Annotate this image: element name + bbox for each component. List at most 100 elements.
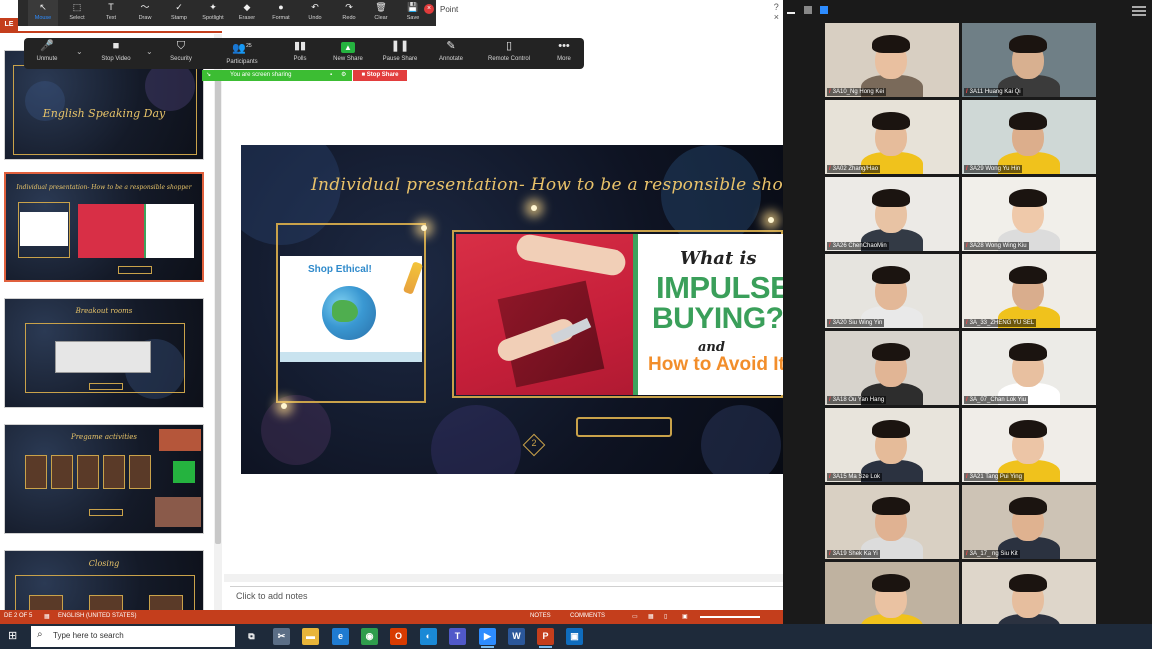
teams-icon[interactable]: T <box>449 628 466 645</box>
file-tab[interactable]: LE <box>0 18 18 31</box>
task-view-icon[interactable]: ⧉ <box>243 628 260 645</box>
thumbnail-scrollbar[interactable] <box>214 34 222 610</box>
zoom-icon[interactable]: ▶ <box>479 628 496 648</box>
search-placeholder: Type here to search <box>53 631 124 640</box>
shopping-bag-photo <box>456 234 633 395</box>
annotate-tool-draw[interactable]: 〜 Draw <box>130 0 160 26</box>
spellcheck-icon[interactable]: ▦ <box>44 613 50 620</box>
edge-new-icon[interactable]: ◐ <box>420 628 437 645</box>
photos-icon[interactable]: ▣ <box>566 628 583 645</box>
file-explorer-icon[interactable]: ▬ <box>302 628 319 645</box>
participant-hair <box>1009 574 1047 592</box>
polls-button[interactable]: ▮▮ Polls <box>288 38 312 69</box>
participant-tile[interactable]: /3A20 Siu Wing Yin <box>825 254 959 328</box>
more-button[interactable]: ••• More <box>550 38 578 69</box>
slide-thumbnail-3[interactable]: Breakout rooms <box>4 298 204 408</box>
notes-pane[interactable]: Click to add notes <box>230 586 783 608</box>
comments-button[interactable]: COMMENTS <box>570 613 605 619</box>
participant-hair <box>872 112 910 130</box>
participant-tile[interactable]: /3A_07_Chan Lok Yiu <box>962 331 1096 405</box>
annotate-tool-stamp[interactable]: ✓ Stamp <box>164 0 194 26</box>
annotate-tool-text[interactable]: T Text <box>96 0 126 26</box>
participant-tile[interactable]: /3A18 Ou Yan Hang <box>825 331 959 405</box>
chevron-up-icon[interactable]: ⌄ <box>76 47 83 56</box>
annotate-tool-save[interactable]: 💾 Save <box>398 0 428 26</box>
security-button[interactable]: ⛉ Security <box>164 38 198 69</box>
close-annotate-button[interactable]: × <box>424 4 434 14</box>
annotate-tool-select[interactable]: ⬚ Select <box>62 0 92 26</box>
participant-name-label: 3A18 Ou Yan Hang <box>832 397 885 403</box>
participant-tile[interactable]: /3A_17_ ng Siu Kit <box>962 485 1096 559</box>
powerpoint-window: Point ? × LE English Speaking Day Indivi… <box>0 0 783 624</box>
annotate-tool-spotlight[interactable]: ✦ Spotlight <box>198 0 228 26</box>
signal-icon: ↘ <box>206 72 212 78</box>
participant-tile[interactable]: /3A11 Huang Kai Qi <box>962 23 1096 97</box>
annotate-tool-mouse[interactable]: ↖ Mouse <box>28 0 58 26</box>
participant-tile[interactable]: /3A28 Wong Wing Kiu <box>962 177 1096 251</box>
office-icon[interactable]: O <box>390 628 407 645</box>
participant-tile[interactable]: /3A15 Ma Sze Lok <box>825 408 959 482</box>
participant-tile[interactable]: /3A10_Ng Hong Kei <box>825 23 959 97</box>
language-indicator[interactable]: ENGLISH (UNITED STATES) <box>58 613 136 619</box>
close-button[interactable]: × <box>774 12 779 22</box>
slide-thumbnail-2[interactable]: Individual presentation- How to be a res… <box>4 172 204 282</box>
menu-icon[interactable] <box>1132 4 1146 18</box>
participant-name-label: 3A02 Zhang/Hao <box>832 166 879 172</box>
chrome-icon[interactable]: ◉ <box>361 628 378 645</box>
participant-tile[interactable]: /3A26 ChenChaoMin <box>825 177 959 251</box>
participant-name: /3A_17_ ng Siu Kit <box>964 550 1020 558</box>
minimize-icon[interactable] <box>787 12 795 14</box>
new-share-button[interactable]: ▲ New Share <box>330 38 366 69</box>
participant-tile[interactable]: /3A21 Tang Pui Ying <box>962 408 1096 482</box>
unmute-button[interactable]: 🎤 Unmute <box>30 38 64 69</box>
annotate-button[interactable]: ✎ Annotate <box>434 38 468 69</box>
annotate-tool-clear[interactable]: 🗑 Clear <box>366 0 396 26</box>
muted-mic-icon: / <box>829 397 831 403</box>
word-icon[interactable]: W <box>508 628 525 645</box>
participants-button[interactable]: 👥25 Participants <box>220 38 264 69</box>
view-icon[interactable] <box>820 6 829 14</box>
powerpoint-icon[interactable]: P <box>537 628 554 648</box>
remote-control-button[interactable]: ▯ Remote Control <box>482 38 536 69</box>
reading-view-icon[interactable]: ▯ <box>664 613 667 620</box>
chevron-up-icon[interactable]: ⌄ <box>146 47 153 56</box>
normal-view-icon[interactable]: ▭ <box>632 613 638 620</box>
slide-sorter-icon[interactable]: ▦ <box>648 613 654 620</box>
pause-share-button[interactable]: ❚❚ Pause Share <box>380 38 420 69</box>
zoom-slider[interactable] <box>700 616 760 618</box>
participant-tile[interactable]: /3A_33_ZHENG YU SEL <box>962 254 1096 328</box>
notes-button[interactable]: NOTES <box>530 613 551 619</box>
stop-video-button[interactable]: ■ Stop Video <box>94 38 138 69</box>
slide-button-frame[interactable] <box>576 417 672 437</box>
participant-tile[interactable]: /3A29 Wong Yu Hin <box>962 100 1096 174</box>
annotate-tool-redo[interactable]: ↷ Redo <box>334 0 364 26</box>
muted-mic-icon: / <box>966 89 968 95</box>
restore-icon[interactable] <box>803 6 812 14</box>
windows-taskbar: ⊞ ⌕ Type here to search ⧉ ✂ ▬ e ◉ O ◐ T ▶ W P ▣ <box>0 624 1152 649</box>
current-slide[interactable]: Individual presentation- How to be a res… <box>241 145 783 474</box>
taskbar-search-box[interactable]: ⌕ Type here to search <box>31 626 235 647</box>
notes-placeholder: Click to add notes <box>236 591 308 601</box>
participant-name-label: 3A19 Shek Ka Yi <box>832 551 878 557</box>
participant-name: /3A15 Ma Sze Lok <box>827 473 883 481</box>
annotate-tool-undo[interactable]: ↶ Undo <box>300 0 330 26</box>
settings-icon[interactable]: ⚙ <box>341 70 346 81</box>
annotate-tool-format[interactable]: ● Format <box>266 0 296 26</box>
slideshow-icon[interactable]: ▣ <box>682 613 688 620</box>
windows-start-icon[interactable]: ⊞ <box>8 630 20 642</box>
muted-mic-icon: / <box>829 474 831 480</box>
status-bar: DE 2 OF 5 ▦ ENGLISH (UNITED STATES) NOTE… <box>0 610 783 624</box>
snipping-tool-icon[interactable]: ✂ <box>273 628 290 645</box>
slide-thumbnail-4[interactable]: Pregame activities <box>4 424 204 534</box>
participant-tile[interactable]: /3A19 Shek Ka Yi <box>825 485 959 559</box>
editor-horizontal-scrollbar[interactable] <box>224 574 783 582</box>
edge-icon[interactable]: e <box>332 628 349 645</box>
participant-tile[interactable]: /3A02 Zhang/Hao <box>825 100 959 174</box>
annotate-tool-eraser[interactable]: ◆ Eraser <box>232 0 262 26</box>
help-button[interactable]: ? <box>774 2 779 12</box>
participant-hair <box>872 266 910 284</box>
stop-share-button[interactable]: ■ Stop Share <box>353 70 407 81</box>
pin-icon[interactable]: ▪ <box>330 70 332 81</box>
slide-thumbnail-5[interactable]: Closing <box>4 550 204 610</box>
participant-name: /3A26 ChenChaoMin <box>827 242 889 250</box>
